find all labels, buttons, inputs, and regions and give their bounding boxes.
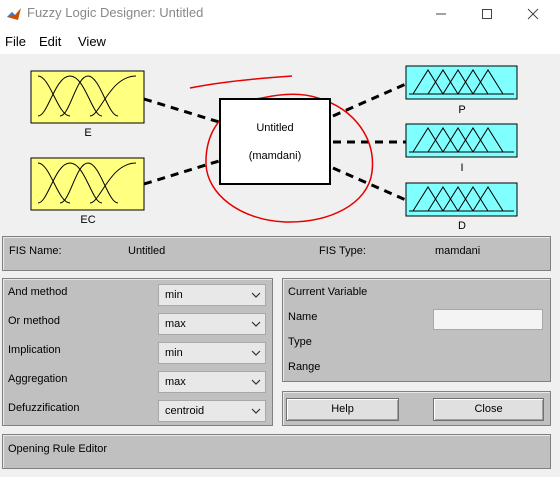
implication-value: min bbox=[165, 347, 183, 359]
implication-select[interactable]: min bbox=[158, 342, 266, 364]
and-method-value: min bbox=[165, 289, 183, 301]
minimize-icon[interactable] bbox=[418, 0, 464, 28]
fis-system-name: Untitled bbox=[256, 122, 294, 134]
buttons-panel: Help Close bbox=[282, 391, 551, 426]
aggregation-select[interactable]: max bbox=[158, 371, 266, 393]
chevron-down-icon bbox=[247, 343, 265, 363]
variable-type-label: Type bbox=[288, 336, 312, 348]
or-method-label: Or method bbox=[8, 315, 60, 327]
aggregation-value: max bbox=[165, 376, 186, 388]
output-p-label: P bbox=[458, 104, 466, 116]
fis-system-block[interactable]: Untitled (mamdani) bbox=[219, 98, 331, 185]
output-p-block[interactable] bbox=[405, 65, 518, 100]
output-d-block[interactable] bbox=[405, 182, 518, 217]
menu-bar: File Edit View bbox=[0, 28, 560, 54]
status-bar: Opening Rule Editor bbox=[2, 434, 551, 469]
output-d-label: D bbox=[458, 220, 466, 232]
fis-type-value: mamdani bbox=[435, 245, 481, 257]
variable-name-field[interactable] bbox=[433, 309, 543, 330]
fis-info-panel: FIS Name: Untitled FIS Type: mamdani bbox=[2, 236, 551, 271]
input-e-label: E bbox=[84, 127, 92, 139]
menu-file[interactable]: File bbox=[5, 34, 26, 49]
connector-e bbox=[143, 97, 220, 124]
input-e-block[interactable] bbox=[30, 70, 145, 124]
help-button[interactable]: Help bbox=[286, 398, 399, 421]
chevron-down-icon bbox=[247, 401, 265, 421]
fis-diagram: E EC P I D Untitled (mamdani) bbox=[0, 54, 560, 232]
red-annotation bbox=[189, 75, 293, 89]
defuzzification-select[interactable]: centroid bbox=[158, 400, 266, 422]
or-method-value: max bbox=[165, 318, 186, 330]
methods-panel: And method min Or method max Implication… bbox=[2, 278, 273, 426]
variable-range-label: Range bbox=[288, 361, 321, 373]
or-method-select[interactable]: max bbox=[158, 313, 266, 335]
and-method-select[interactable]: min bbox=[158, 284, 266, 306]
defuzzification-label: Defuzzification bbox=[8, 402, 80, 414]
close-button[interactable]: Close bbox=[433, 398, 544, 421]
maximize-icon[interactable] bbox=[464, 0, 510, 28]
window-title: Fuzzy Logic Designer: Untitled bbox=[27, 5, 204, 20]
menu-view[interactable]: View bbox=[78, 34, 106, 49]
fis-type-label: FIS Type: bbox=[319, 245, 366, 257]
input-ec-block[interactable] bbox=[30, 157, 145, 211]
chevron-down-icon bbox=[247, 314, 265, 334]
current-variable-title: Current Variable bbox=[288, 286, 368, 298]
chevron-down-icon bbox=[247, 372, 265, 392]
output-i-label: I bbox=[460, 162, 464, 174]
aggregation-label: Aggregation bbox=[8, 373, 68, 385]
close-icon[interactable] bbox=[510, 0, 556, 28]
fis-name-label: FIS Name: bbox=[9, 245, 62, 257]
menu-edit[interactable]: Edit bbox=[39, 34, 61, 49]
defuzzification-value: centroid bbox=[165, 405, 205, 417]
fis-system-type: (mamdani) bbox=[248, 150, 302, 162]
status-text: Opening Rule Editor bbox=[8, 443, 108, 455]
and-method-label: And method bbox=[8, 286, 68, 298]
matlab-icon bbox=[7, 8, 21, 20]
title-bar: Fuzzy Logic Designer: Untitled bbox=[0, 0, 560, 28]
variable-name-label: Name bbox=[288, 311, 318, 323]
implication-label: Implication bbox=[8, 344, 61, 356]
fis-name-value: Untitled bbox=[128, 245, 166, 257]
output-i-block[interactable] bbox=[405, 123, 518, 158]
chevron-down-icon bbox=[247, 285, 265, 305]
current-variable-panel: Current Variable Name Type Range bbox=[282, 278, 551, 382]
input-ec-label: EC bbox=[80, 214, 96, 226]
